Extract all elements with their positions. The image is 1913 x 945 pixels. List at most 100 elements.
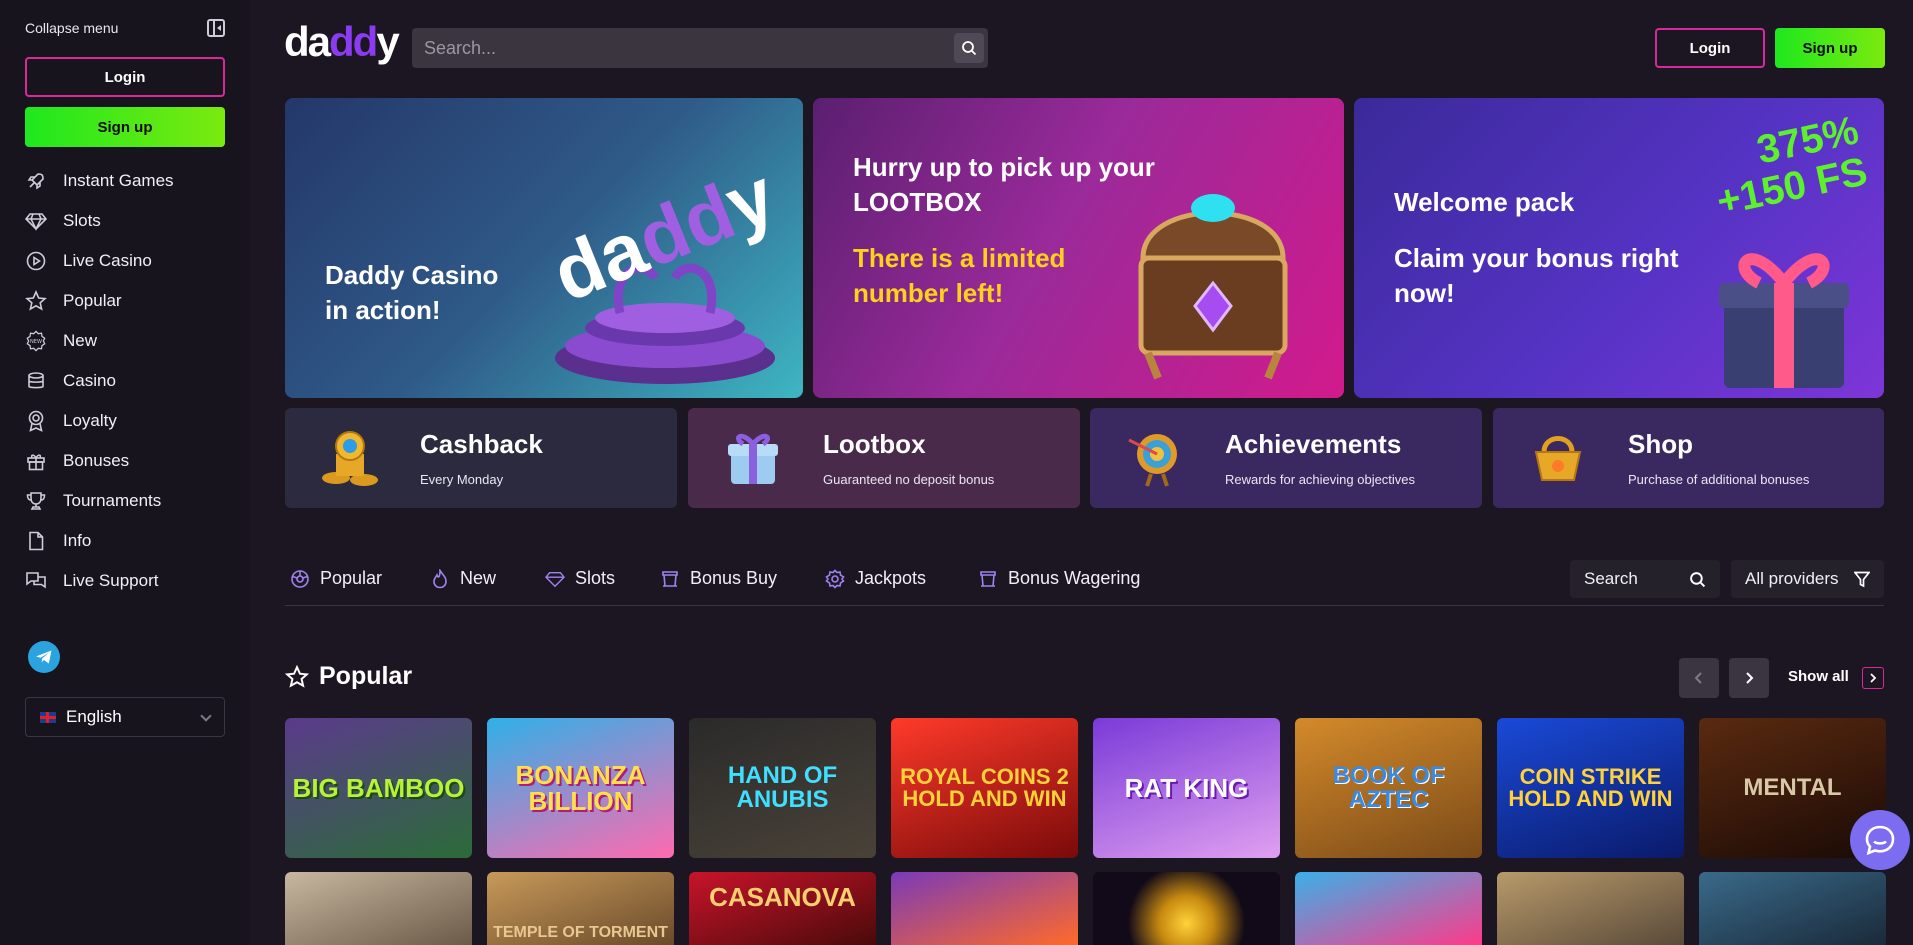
collapse-menu-label[interactable]: Collapse menu — [25, 20, 118, 36]
game-tile[interactable]: RAT KING — [1093, 718, 1280, 858]
daddy-logo[interactable]: daddy — [284, 21, 400, 63]
sidebar-item-live-support[interactable]: Live Support — [25, 561, 225, 601]
game-name: CASANOVA — [709, 882, 856, 912]
podium-illustration: daddy — [541, 151, 787, 384]
card-subtitle: Every Monday — [420, 472, 504, 487]
tab-label: Popular — [320, 568, 383, 588]
sidebar-item-label: Info — [63, 531, 92, 550]
game-name: COIN STRIKE HOLD AND WIN — [1508, 764, 1673, 811]
sidebar-item-slots[interactable]: Slots — [25, 201, 225, 241]
card-title: Achievements — [1225, 429, 1402, 459]
sidebar-item-bonuses[interactable]: Bonuses — [25, 441, 225, 481]
sidebar-signup-button[interactable]: Sign up — [25, 107, 225, 147]
card-subtitle: Guaranteed no deposit bonus — [823, 472, 995, 487]
game-tile[interactable] — [1497, 872, 1684, 945]
tab-popular[interactable]: Popular — [290, 568, 382, 589]
tab-new[interactable]: New — [430, 568, 496, 589]
card-achievements[interactable]: Achievements Rewards for achieving objec… — [1090, 408, 1482, 508]
card-lootbox[interactable]: Lootbox Guaranteed no deposit bonus — [688, 408, 1080, 508]
game-tile[interactable]: BOOK OF AZTEC — [1295, 718, 1482, 858]
telegram-icon[interactable] — [28, 641, 60, 673]
collapse-menu-row[interactable]: Collapse menu — [25, 0, 225, 55]
sidebar-item-instant-games[interactable]: Instant Games — [25, 161, 225, 201]
sidebar-item-new[interactable]: NEW New — [25, 321, 225, 361]
game-tile[interactable]: TEMPLE OF TORMENT — [487, 872, 674, 945]
search-icon — [1690, 572, 1706, 588]
tab-label: Bonus Buy — [690, 568, 778, 588]
game-tile[interactable]: ROYAL COINS 2 HOLD AND WIN — [891, 718, 1078, 858]
banner-title: Daddy Casino in action! — [325, 260, 499, 325]
sidebar: Collapse menu Login Sign up Instant Game… — [0, 0, 250, 945]
header-signup-button[interactable]: Sign up — [1775, 28, 1885, 68]
category-search-placeholder: Search — [1584, 569, 1638, 588]
live-chat-button[interactable] — [1850, 810, 1910, 870]
coins-icon — [315, 423, 385, 493]
chevron-down-icon — [200, 710, 212, 722]
game-tile[interactable]: BIG BAMBOO — [285, 718, 472, 858]
diamond-icon — [545, 569, 565, 589]
card-cashback[interactable]: Cashback Every Monday — [285, 408, 677, 508]
sidebar-item-casino[interactable]: Casino — [25, 361, 225, 401]
tab-jackpots[interactable]: Jackpots — [825, 568, 926, 589]
popular-section-title: Popular — [285, 662, 412, 691]
search-input[interactable]: Search... — [412, 28, 988, 68]
trophy-icon — [25, 490, 47, 512]
sidebar-item-loyalty[interactable]: Loyalty — [25, 401, 225, 441]
language-select[interactable]: English — [25, 697, 225, 737]
game-tile[interactable] — [891, 872, 1078, 945]
category-search-input[interactable]: Search — [1570, 560, 1720, 598]
sidebar-item-live-casino[interactable]: Live Casino — [25, 241, 225, 281]
banner-daddy-casino[interactable]: daddy Daddy Casino in action! — [285, 98, 803, 398]
tab-label: Bonus Wagering — [1008, 568, 1141, 588]
game-name: HAND OF ANUBIS — [727, 762, 838, 813]
next-button[interactable] — [1729, 658, 1769, 698]
banner-welcome-pack[interactable]: Welcome pack Claim your bonus right now!… — [1354, 98, 1884, 398]
card-shop[interactable]: Shop Purchase of additional bonuses — [1493, 408, 1884, 508]
gift-icon — [25, 450, 47, 472]
sidebar-item-label: Casino — [63, 371, 116, 390]
game-tile[interactable]: CASANOVA — [689, 872, 876, 945]
tab-label: New — [460, 568, 497, 588]
sidebar-item-info[interactable]: Info — [25, 521, 225, 561]
game-tile[interactable] — [1699, 872, 1886, 945]
chevron-left-icon — [1694, 672, 1702, 684]
search-icon[interactable] — [954, 33, 984, 63]
tab-bonus-buy[interactable]: Bonus Buy — [660, 568, 777, 589]
show-all-link[interactable]: Show all — [1788, 668, 1849, 685]
banner-lootbox[interactable]: Hurry up to pick up your LOOTBOX There i… — [813, 98, 1344, 398]
uk-flag-icon — [40, 711, 56, 723]
card-title: Lootbox — [823, 429, 926, 459]
game-tile[interactable] — [285, 872, 472, 945]
sidebar-item-tournaments[interactable]: Tournaments — [25, 481, 225, 521]
logo-part: dd — [329, 18, 378, 65]
language-label: English — [66, 707, 122, 726]
collapse-sidebar-icon[interactable] — [207, 18, 225, 37]
game-name: BONANZA BILLION — [515, 760, 646, 816]
svg-text:NEW: NEW — [30, 339, 42, 345]
bonus-badge: 375% +150 FS — [1687, 108, 1871, 227]
card-title: Shop — [1628, 429, 1693, 459]
award-icon — [25, 410, 47, 432]
header-login-button[interactable]: Login — [1655, 28, 1765, 68]
card-subtitle: Rewards for achieving objectives — [1225, 472, 1416, 487]
providers-filter[interactable]: All providers — [1731, 560, 1884, 598]
sidebar-item-popular[interactable]: Popular — [25, 281, 225, 321]
game-name: TEMPLE OF TORMENT — [493, 924, 668, 941]
sidebar-login-button[interactable]: Login — [25, 57, 225, 97]
database-icon — [25, 370, 47, 392]
game-name: RAT KING — [1124, 773, 1249, 803]
prev-button[interactable] — [1679, 658, 1719, 698]
basket-icon — [1523, 423, 1593, 493]
game-tile[interactable] — [1093, 872, 1280, 945]
show-all-button[interactable] — [1862, 667, 1884, 689]
game-tile[interactable]: COIN STRIKE HOLD AND WIN — [1497, 718, 1684, 858]
diamond-icon — [25, 210, 47, 232]
game-tile[interactable]: BONANZA BILLION — [487, 718, 674, 858]
new-badge-icon: NEW — [25, 330, 47, 352]
tab-slots[interactable]: Slots — [545, 568, 615, 589]
game-tile[interactable]: HAND OF ANUBIS — [689, 718, 876, 858]
game-tile[interactable] — [1295, 872, 1482, 945]
target-icon — [1120, 423, 1190, 493]
chevron-right-icon — [1870, 673, 1877, 683]
tab-bonus-wagering[interactable]: Bonus Wagering — [978, 568, 1140, 589]
